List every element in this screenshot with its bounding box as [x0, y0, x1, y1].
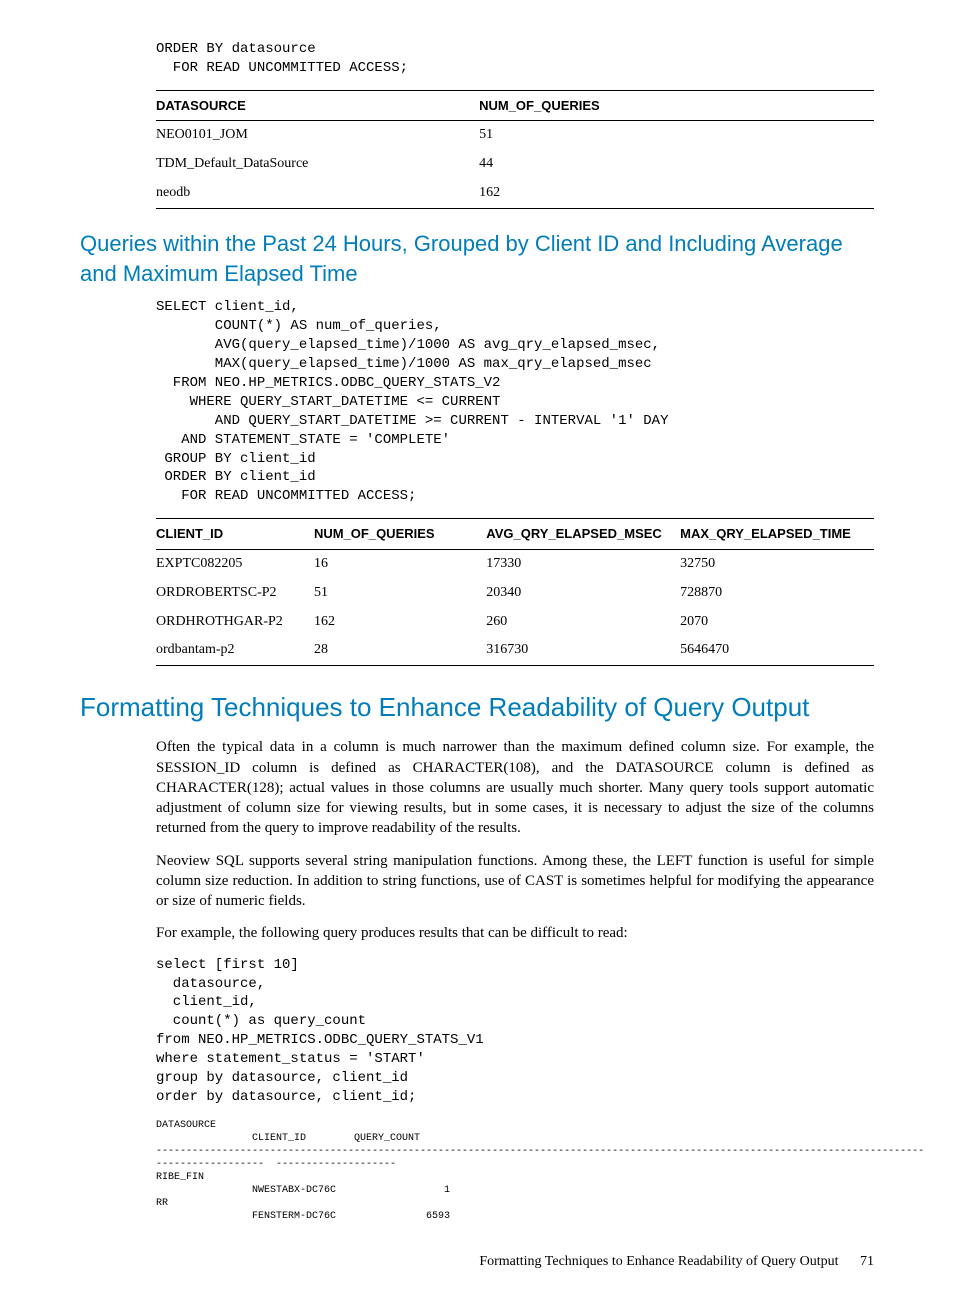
cell: 260 — [486, 608, 680, 637]
table-row: neodb 162 — [156, 179, 874, 208]
cell: 162 — [314, 608, 486, 637]
table-row: ORDHROTHGAR-P2 162 260 2070 — [156, 608, 874, 637]
cell: ORDROBERTSC-P2 — [156, 579, 314, 608]
table-row: ORDROBERTSC-P2 51 20340 728870 — [156, 579, 874, 608]
cell: NEO0101_JOM — [156, 121, 479, 150]
section-heading-formatting: Formatting Techniques to Enhance Readabi… — [80, 690, 874, 725]
table-row: TDM_Default_DataSource 44 — [156, 150, 874, 179]
code-block-select-first10: select [first 10] datasource, client_id,… — [156, 956, 874, 1107]
section-heading-queries-24h: Queries within the Past 24 Hours, Groupe… — [80, 229, 874, 288]
cell: 5646470 — [680, 636, 874, 665]
cell: 16 — [314, 549, 486, 578]
paragraph: Neoview SQL supports several string mani… — [156, 851, 874, 912]
query-output: DATASOURCE CLIENT_ID QUERY_COUNT -------… — [156, 1119, 874, 1223]
code-block-orderby: ORDER BY datasource FOR READ UNCOMMITTED… — [156, 40, 874, 78]
page-footer: Formatting Techniques to Enhance Readabi… — [80, 1253, 874, 1272]
cell: 17330 — [486, 549, 680, 578]
cell: 28 — [314, 636, 486, 665]
cell: EXPTC082205 — [156, 549, 314, 578]
code-block-select-clientid: SELECT client_id, COUNT(*) AS num_of_que… — [156, 298, 874, 506]
th-clientid: CLIENT_ID — [156, 519, 314, 550]
th-numqueries: NUM_OF_QUERIES — [314, 519, 486, 550]
cell: 162 — [479, 179, 874, 208]
cell: 20340 — [486, 579, 680, 608]
cell: 316730 — [486, 636, 680, 665]
cell: 51 — [479, 121, 874, 150]
footer-title: Formatting Techniques to Enhance Readabi… — [479, 1254, 838, 1269]
table-row: ordbantam-p2 28 316730 5646470 — [156, 636, 874, 665]
cell: 728870 — [680, 579, 874, 608]
paragraph: For example, the following query produce… — [156, 923, 874, 943]
cell: 44 — [479, 150, 874, 179]
th-maxelapsed: MAX_QRY_ELAPSED_TIME — [680, 519, 874, 550]
paragraph: Often the typical data in a column is mu… — [156, 737, 874, 838]
table-clientid: CLIENT_ID NUM_OF_QUERIES AVG_QRY_ELAPSED… — [156, 518, 874, 666]
cell: neodb — [156, 179, 479, 208]
table-row: EXPTC082205 16 17330 32750 — [156, 549, 874, 578]
table-row: NEO0101_JOM 51 — [156, 121, 874, 150]
th-numqueries: NUM_OF_QUERIES — [479, 90, 874, 121]
th-datasource: DATASOURCE — [156, 90, 479, 121]
cell: 2070 — [680, 608, 874, 637]
cell: 51 — [314, 579, 486, 608]
cell: TDM_Default_DataSource — [156, 150, 479, 179]
th-avgelapsed: AVG_QRY_ELAPSED_MSEC — [486, 519, 680, 550]
footer-page-number: 71 — [860, 1254, 874, 1269]
table-datasource: DATASOURCE NUM_OF_QUERIES NEO0101_JOM 51… — [156, 90, 874, 209]
cell: 32750 — [680, 549, 874, 578]
cell: ORDHROTHGAR-P2 — [156, 608, 314, 637]
cell: ordbantam-p2 — [156, 636, 314, 665]
